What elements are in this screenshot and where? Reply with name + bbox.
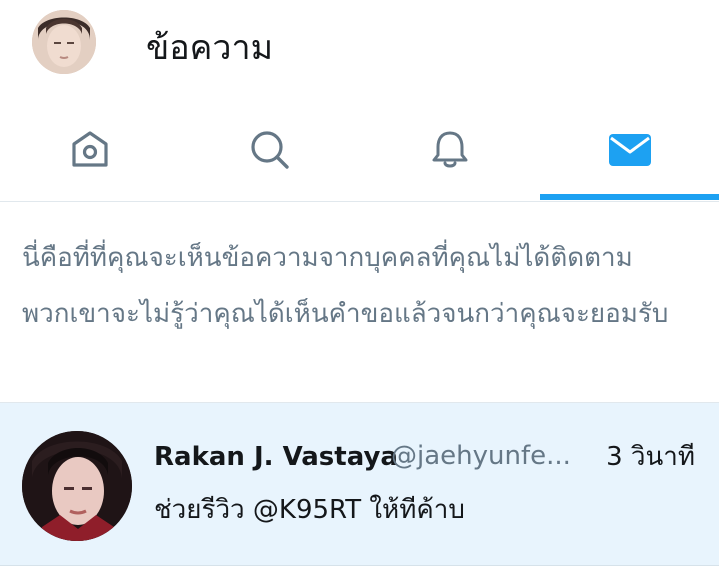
bell-icon [432, 131, 467, 168]
page-title: ข้อความ [146, 28, 274, 68]
notice-text: นี่คือที่ที่คุณจะเห็นข้อความจากบุคคลที่ค… [22, 243, 669, 329]
active-tab-indicator [540, 194, 719, 200]
user-avatar-icon [22, 431, 132, 541]
tab-home[interactable] [0, 100, 179, 200]
search-icon [250, 131, 289, 169]
message-preview: ช่วยรีวิว @K95RT ให้ทีค้าบ [154, 495, 465, 525]
envelope-icon [608, 134, 651, 166]
conversation-row[interactable]: Rakan J. Vastaya @jaehyunfe... 3 วินาที … [0, 403, 719, 566]
tab-search[interactable] [180, 100, 359, 200]
message-requests-notice: นี่คือที่ที่คุณจะเห็นข้อความจากบุคคลที่ค… [0, 202, 719, 403]
tab-notifications[interactable] [360, 100, 539, 200]
sender-name: Rakan J. Vastaya [154, 442, 398, 472]
tab-messages[interactable] [540, 100, 719, 200]
profile-avatar[interactable] [32, 10, 96, 74]
top-app-bar: ข้อความ [0, 0, 719, 100]
conversation-avatar [22, 431, 132, 541]
tab-bar [0, 100, 719, 202]
user-avatar-icon [32, 10, 96, 74]
message-timestamp: 3 วินาที [606, 442, 695, 472]
sender-handle: @jaehyunfe... [391, 441, 571, 471]
home-icon [71, 131, 108, 167]
